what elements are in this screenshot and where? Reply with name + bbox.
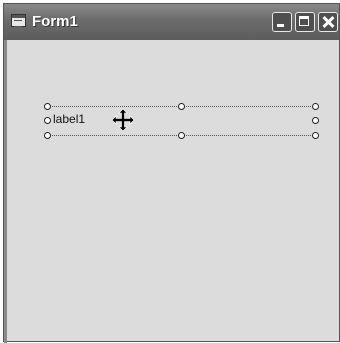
resize-handle-top-right[interactable] <box>312 103 319 110</box>
form1-window: Form1 label1 <box>3 3 340 343</box>
title-bar[interactable]: Form1 <box>4 4 339 40</box>
resize-handle-middle-right[interactable] <box>312 117 319 124</box>
form-window-icon[interactable] <box>11 14 26 27</box>
resize-handle-top-middle[interactable] <box>178 103 185 110</box>
window-title: Form1 <box>32 13 78 30</box>
label1-control[interactable]: label1 <box>53 112 85 126</box>
window-left-edge <box>4 40 7 343</box>
resize-handle-bottom-left[interactable] <box>44 132 51 139</box>
resize-handle-bottom-middle[interactable] <box>178 132 185 139</box>
close-button[interactable] <box>318 12 338 32</box>
resize-handle-top-left[interactable] <box>44 103 51 110</box>
resize-handle-middle-left[interactable] <box>44 117 51 124</box>
move-cursor-icon <box>111 108 135 132</box>
minimize-button[interactable] <box>272 12 292 32</box>
resize-handle-bottom-right[interactable] <box>312 132 319 139</box>
maximize-button[interactable] <box>295 12 315 32</box>
